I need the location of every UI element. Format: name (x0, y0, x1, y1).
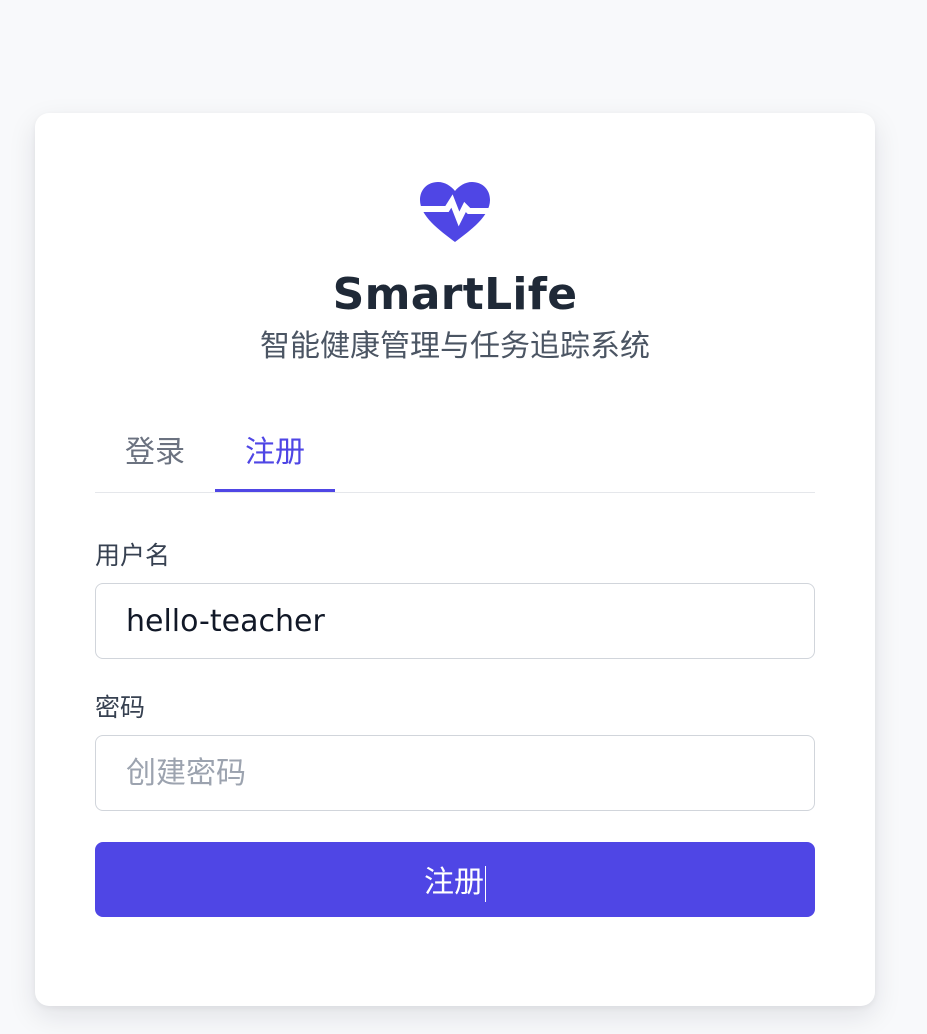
register-button-label: 注册 (424, 865, 484, 901)
app-name: SmartLife (332, 269, 578, 320)
heart-pulse-icon (420, 182, 490, 242)
username-label: 用户名 (95, 541, 171, 570)
app-subtitle: 智能健康管理与任务追踪系统 (260, 329, 650, 364)
register-button[interactable]: 注册 (95, 842, 815, 917)
auth-tabs: 登录 注册 (95, 423, 815, 493)
password-input[interactable] (95, 735, 815, 811)
tab-login[interactable]: 登录 (95, 423, 215, 490)
text-cursor (485, 865, 486, 902)
password-label: 密码 (95, 693, 146, 722)
username-input[interactable] (95, 583, 815, 659)
tab-register[interactable]: 注册 (215, 423, 335, 492)
auth-card: SmartLife 智能健康管理与任务追踪系统 登录 注册 用户名 密码 注册 (35, 113, 875, 1006)
